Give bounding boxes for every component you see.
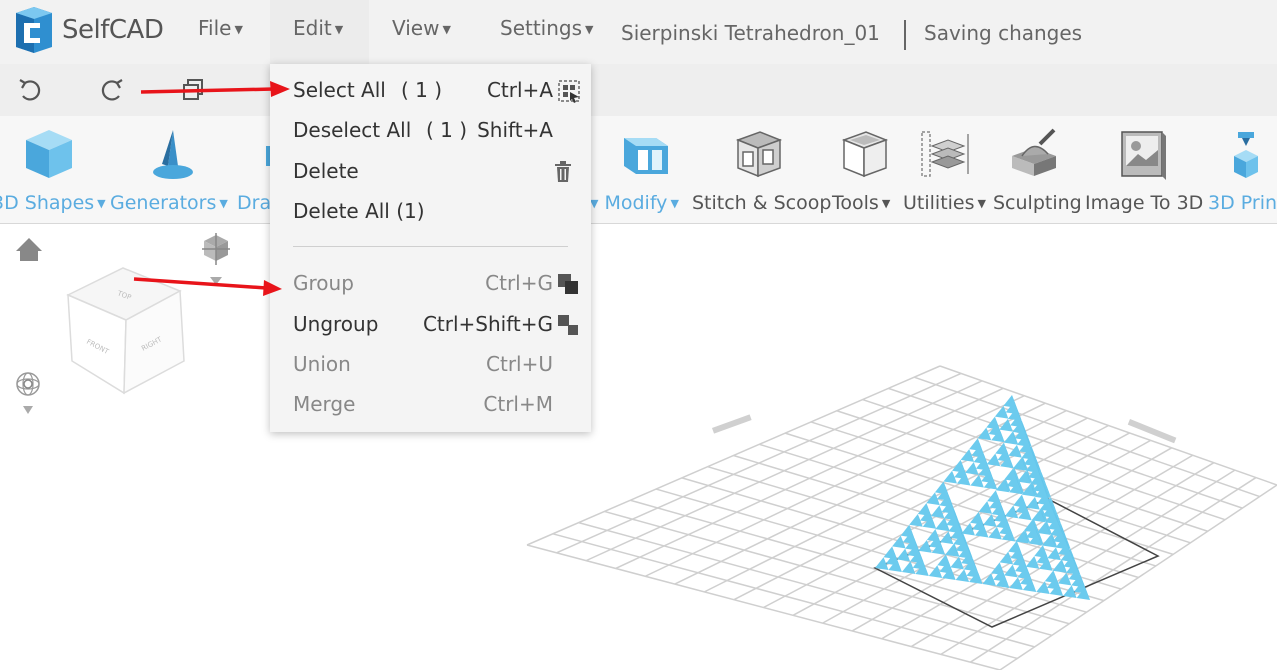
sierpinski-tetrahedron-model[interactable] [875, 395, 1090, 600]
menu-merge[interactable]: Merge Ctrl+M [293, 384, 583, 424]
main-ribbon: 3D Shapes▼ Generators▼ Dra ▼Modify▼ [0, 116, 1277, 224]
tool-stitch-scoop-label: Stitch & Scoop [692, 192, 832, 214]
modify-icon [624, 138, 668, 174]
menu-settings-label: Settings [500, 16, 583, 40]
tool-3d-print[interactable]: 3D Prin [1206, 116, 1277, 224]
menu-delete[interactable]: Delete [293, 151, 583, 191]
image-to-3d-icon [1121, 131, 1166, 180]
quick-toolbar [0, 64, 1277, 116]
tool-generators[interactable]: Generators ▼ [110, 116, 232, 224]
menu-select-all-count: ( 1 ) [401, 78, 443, 102]
3d-print-icon [1234, 132, 1258, 178]
caret-down-icon: ▼ [234, 23, 243, 36]
tool-sculpting[interactable]: Sculpting [992, 116, 1084, 224]
menu-group-label: Group [293, 271, 354, 295]
tool-3d-shapes-label: 3D Shapes ▼ [0, 192, 106, 214]
menu-select-all[interactable]: Select All ( 1 ) Ctrl+A [293, 70, 583, 110]
viewport-canvas[interactable]: TOP FRONT RIGHT [0, 225, 1277, 670]
menu-edit[interactable]: Edit ▼ [270, 0, 369, 64]
orbit-icon[interactable] [16, 372, 40, 414]
menu-delete-label: Delete [293, 159, 359, 183]
menu-edit-label: Edit [293, 16, 332, 40]
axis-markers [712, 414, 1177, 444]
tool-tools[interactable]: Tools ▼ [830, 116, 900, 224]
menu-file[interactable]: File ▼ [198, 0, 243, 64]
tool-image-to-3d[interactable]: Image To 3D [1084, 116, 1206, 224]
cube-icon [26, 130, 72, 178]
menu-deselect-all[interactable]: Deselect All ( 1 ) Shift+A [293, 110, 583, 150]
view-orientation-icon[interactable] [202, 233, 230, 285]
copy-icon[interactable] [180, 76, 208, 104]
menu-delete-all[interactable]: Delete All (1) [293, 191, 583, 231]
save-status: Saving changes [924, 21, 1083, 45]
menu-deselect-all-shortcut: Shift+A [477, 118, 553, 142]
caret-down-icon: ▼ [334, 23, 344, 36]
menu-select-all-shortcut: Ctrl+A [486, 78, 553, 102]
menu-union-shortcut: Ctrl+U [486, 352, 553, 376]
menu-separator [293, 246, 568, 247]
edit-dropdown-menu: Select All ( 1 ) Ctrl+A Deselect All ( 1… [270, 64, 591, 432]
menu-deselect-all-label: Deselect All [293, 118, 412, 142]
menu-ungroup-shortcut: Ctrl+Shift+G [422, 312, 553, 336]
menu-delete-all-label: Delete All (1) [293, 199, 425, 223]
menu-view[interactable]: View ▼ [392, 0, 451, 64]
menu-bar: SelfCAD File ▼ Edit ▼ View ▼ Settings ▼ Sier… [0, 0, 1277, 64]
menu-settings[interactable]: Settings ▼ [500, 0, 594, 64]
app-logo[interactable]: SelfCAD [12, 6, 164, 54]
tool-stitch-scoop[interactable]: Stitch & Scoop [690, 116, 832, 224]
select-all-icon [558, 80, 580, 103]
menu-union-label: Union [293, 352, 351, 376]
menu-view-label: View [392, 16, 440, 40]
selfcad-logo-icon [16, 7, 52, 53]
tool-draw[interactable]: Dra [234, 116, 272, 224]
menu-ungroup-label: Ungroup [293, 312, 379, 336]
menu-merge-label: Merge [293, 392, 356, 416]
tool-modify[interactable]: ▼ Modify ▼ [590, 116, 690, 224]
menu-union[interactable]: Union Ctrl+U [293, 344, 583, 384]
redo-icon[interactable] [98, 76, 126, 104]
caret-down-icon: ▼ [585, 23, 594, 36]
tool-modify-label: ▼ Modify ▼ [590, 192, 679, 214]
menu-group-shortcut: Ctrl+G [485, 271, 553, 295]
tool-3d-shapes[interactable]: 3D Shapes ▼ [0, 116, 108, 224]
undo-icon[interactable] [16, 76, 44, 104]
document-title[interactable]: Sierpinski Tetrahedron_01 [621, 21, 880, 45]
title-divider [904, 20, 906, 50]
menu-file-label: File [198, 16, 232, 40]
tool-image-to-3d-label: Image To 3D [1085, 192, 1204, 214]
menu-ungroup[interactable]: Ungroup Ctrl+Shift+G [293, 304, 583, 344]
stitch-scoop-icon [735, 131, 783, 178]
home-icon[interactable] [16, 238, 42, 261]
menu-merge-shortcut: Ctrl+M [483, 392, 553, 416]
generator-icon [153, 130, 193, 179]
tool-generators-label: Generators ▼ [110, 192, 228, 214]
app-name: SelfCAD [62, 15, 164, 45]
tool-draw-label: Dra [237, 192, 272, 214]
tool-tools-label: Tools ▼ [832, 192, 891, 214]
tool-3d-print-label: 3D Prin [1208, 192, 1277, 214]
menu-select-all-label: Select All [293, 78, 386, 102]
group-icon [558, 274, 578, 294]
utilities-icon [921, 131, 969, 177]
sculpting-icon [1012, 128, 1056, 176]
tool-sculpting-label: Sculpting [993, 192, 1082, 214]
tools-icon [841, 131, 889, 178]
menu-deselect-all-count: ( 1 ) [426, 118, 468, 142]
tool-utilities-label: Utilities ▼ [903, 192, 986, 214]
3d-viewport[interactable]: TOP FRONT RIGHT [0, 225, 1277, 670]
ungroup-icon [558, 315, 578, 335]
view-cube[interactable]: TOP FRONT RIGHT [66, 267, 185, 395]
tool-utilities[interactable]: Utilities ▼ [902, 116, 990, 224]
grid-line [940, 469, 1236, 656]
caret-down-icon: ▼ [442, 23, 451, 36]
menu-group[interactable]: Group Ctrl+G [293, 263, 583, 303]
trash-icon [555, 161, 571, 182]
grid-floor [526, 365, 1277, 670]
